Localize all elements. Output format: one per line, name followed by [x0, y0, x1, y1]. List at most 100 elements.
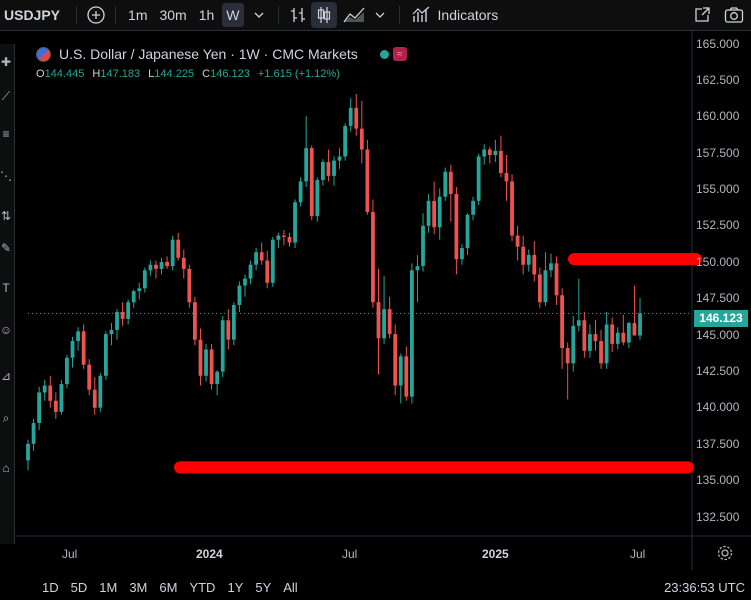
candle-body [320, 162, 325, 181]
candle-body [81, 331, 86, 365]
candle-body [543, 270, 548, 303]
candle-body [638, 313, 642, 336]
price-tick: 162.500 [696, 73, 740, 87]
candle-body [87, 364, 92, 390]
candle-body [504, 173, 509, 182]
market-status-icon[interactable] [379, 49, 389, 59]
candle-body [615, 332, 620, 344]
candle-body [354, 107, 359, 129]
candle-body [237, 285, 242, 305]
candle-body [315, 180, 320, 217]
chart-title: U.S. Dollar / Japanese Yen · 1W · CMC Ma… [59, 46, 358, 62]
candle-body [521, 246, 526, 265]
range-ytd[interactable]: YTD [189, 580, 215, 595]
candle-body [265, 260, 270, 283]
candle-body [276, 235, 281, 240]
range-5y[interactable]: 5Y [255, 580, 271, 595]
chart-legend: U.S. Dollar / Japanese Yen · 1W · CMC Ma… [36, 46, 407, 62]
candle-body [471, 200, 475, 215]
price-tick: 135.000 [696, 473, 740, 487]
time-tick: Jul [630, 547, 646, 561]
candle-body [554, 263, 559, 296]
range-1y[interactable]: 1Y [227, 580, 243, 595]
range-6m[interactable]: 6M [159, 580, 177, 595]
candle-body [159, 261, 164, 269]
price-tick: 155.000 [696, 182, 740, 196]
candle-body [393, 334, 398, 386]
price-tick: 157.500 [696, 146, 740, 160]
candle-body [515, 235, 520, 247]
candle-body [298, 181, 303, 203]
candle-body [26, 443, 30, 461]
candle-body [148, 264, 153, 271]
change-value: +1.615 (+1.12%) [257, 68, 340, 80]
candle-body [621, 332, 626, 343]
candle-body [287, 236, 292, 243]
candle-body [476, 156, 481, 201]
range-all[interactable]: All [283, 580, 297, 595]
candle-body [187, 268, 192, 303]
current-price-tag: 146.123 [694, 310, 748, 327]
candle-body [526, 255, 531, 265]
usd-jpy-flag-icon [36, 46, 51, 62]
candle-body [65, 357, 69, 385]
time-tick: Jul [62, 547, 78, 561]
candle-body [115, 311, 119, 330]
candle-body [109, 329, 114, 335]
candle-body [537, 274, 542, 303]
price-tick: 132.500 [696, 510, 740, 524]
axis-settings-button[interactable] [716, 544, 734, 562]
candle-body [610, 324, 615, 344]
candle-body [454, 193, 459, 260]
candle-body [404, 356, 409, 397]
candle-body [571, 325, 576, 364]
candle-body [198, 339, 203, 376]
time-tick: 2025 [482, 547, 509, 561]
candle-body [499, 150, 503, 174]
candle-body [204, 349, 208, 376]
candle-body [387, 309, 392, 335]
gear-icon [717, 545, 733, 561]
candle-body [254, 252, 259, 265]
time-tick: 2024 [196, 547, 223, 561]
time-tick: Jul [342, 547, 358, 561]
candle-body [70, 341, 75, 358]
candle-body [209, 349, 214, 385]
candle-body [415, 266, 420, 271]
indicator-toggle-icon[interactable]: ≈ [392, 47, 407, 61]
candle-body [131, 291, 136, 303]
candle-body [343, 125, 348, 157]
price-chart[interactable] [0, 0, 751, 600]
candle-body [126, 302, 131, 319]
range-3m[interactable]: 3M [129, 580, 147, 595]
candle-body [120, 311, 125, 319]
price-tick: 142.500 [696, 364, 740, 378]
candle-body [409, 270, 414, 397]
bottom-toolbar: 1D 5D 1M 3M 6M YTD 1Y 5Y All 23:36:53 UT… [0, 574, 751, 600]
candle-body [432, 200, 437, 228]
utc-clock[interactable]: 23:36:53 UTC [664, 580, 745, 595]
candle-body [359, 128, 364, 150]
candle-body [460, 248, 464, 260]
candle-body [248, 264, 253, 279]
candle-body [259, 252, 264, 261]
candle-body [426, 200, 431, 226]
candle-body [37, 392, 42, 423]
range-5d[interactable]: 5D [71, 580, 88, 595]
candle-body [510, 181, 514, 236]
candle-body [465, 214, 470, 249]
candle-body [443, 171, 448, 197]
range-1d[interactable]: 1D [42, 580, 59, 595]
candle-body [220, 320, 225, 372]
candle-body [309, 148, 314, 217]
candle-body [576, 320, 581, 326]
candle-body [181, 257, 186, 269]
candle-body [365, 149, 370, 212]
high-value: 147.183 [100, 68, 141, 80]
candle-body [437, 196, 442, 228]
candle-body [142, 270, 147, 289]
range-1m[interactable]: 1M [99, 580, 117, 595]
candle-body [626, 323, 631, 343]
candle-body [92, 389, 97, 408]
candle-body [170, 239, 175, 267]
